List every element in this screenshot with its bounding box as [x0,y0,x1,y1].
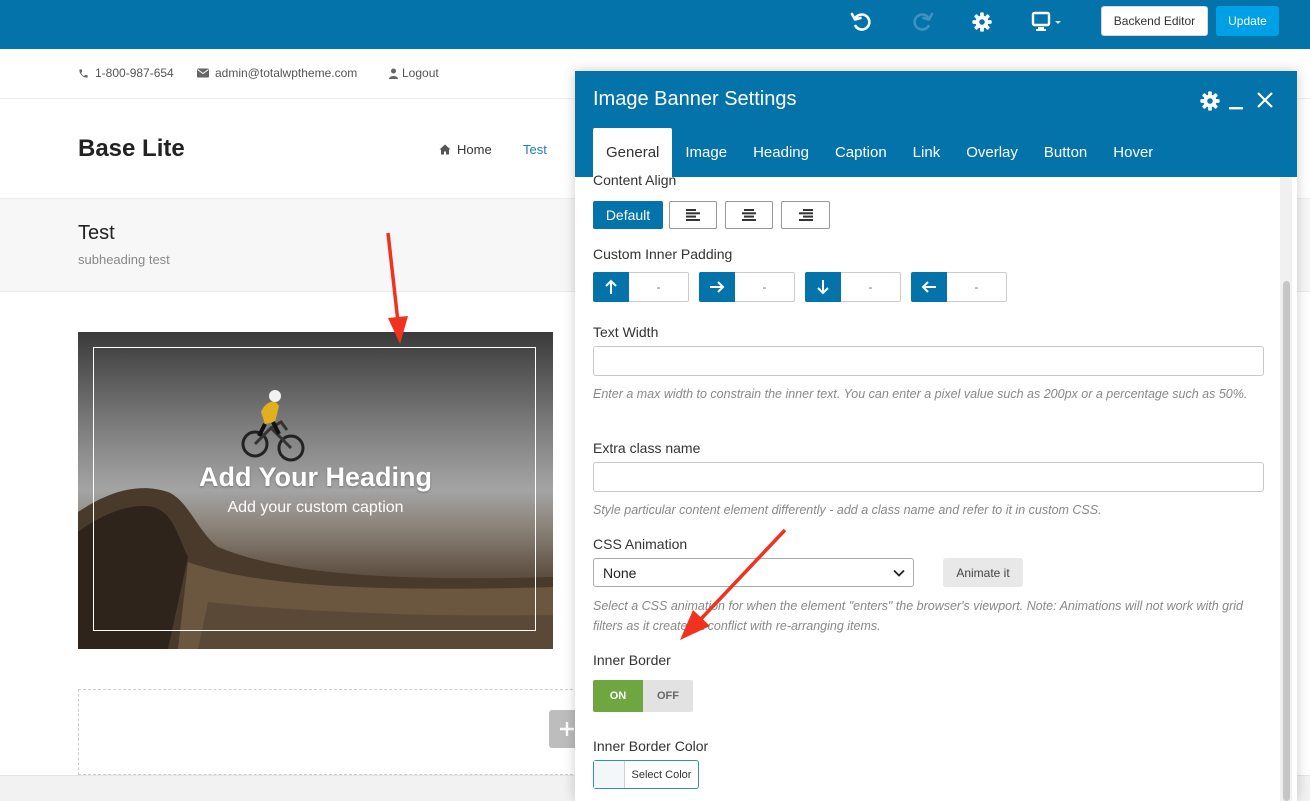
redo-icon[interactable] [909,8,937,36]
editor-toolbar: Backend Editor Update [0,0,1310,49]
inner-border-color-label: Inner Border Color [593,738,709,754]
tab-image[interactable]: Image [672,128,740,177]
align-center-icon [742,209,756,221]
monitor-icon[interactable] [1030,8,1064,36]
arrow-up-icon [593,272,629,302]
nav-item-home[interactable]: Home [439,142,492,157]
padding-bottom-input[interactable]: - [841,272,901,302]
undo-icon[interactable] [847,8,875,36]
text-width-help: Enter a max width to constrain the inner… [593,387,1248,401]
image-banner-settings-panel: Image Banner Settings General Image Head… [575,71,1297,801]
padding-left-group: - [911,272,1007,302]
gear-icon[interactable] [968,8,996,36]
image-banner[interactable]: Add Your Heading Add your custom caption [78,332,553,649]
inner-border-toggle[interactable]: ON OFF [593,680,693,712]
backend-editor-button[interactable]: Backend Editor [1101,6,1208,36]
tab-hover[interactable]: Hover [1100,128,1166,177]
plus-icon [560,722,574,736]
tab-overlay[interactable]: Overlay [953,128,1031,177]
panel-header: Image Banner Settings General Image Head… [575,71,1297,177]
minimize-icon[interactable] [1228,91,1244,111]
chevron-down-icon [893,569,905,577]
css-animation-selected: None [603,564,637,581]
phone-number: 1-800-987-654 [95,66,174,80]
align-right-icon [798,209,813,221]
empty-row-placeholder [78,689,598,775]
align-left-icon [686,209,700,221]
padding-top-group: - [593,272,689,302]
logout-contact[interactable]: Logout [389,66,439,80]
close-icon[interactable] [1256,91,1274,109]
css-animation-select[interactable]: None [593,558,914,587]
arrow-down-icon [805,272,841,302]
inner-border-color-picker[interactable]: Select Color [593,760,699,789]
content-align-label: Content Align [593,172,677,188]
toggle-on-option[interactable]: ON [593,680,643,712]
panel-scrollbar-thumb[interactable] [1283,281,1290,801]
inner-border-label: Inner Border [593,652,671,668]
css-animation-help: Select a CSS animation for when the elem… [593,599,1243,633]
phone-icon [79,68,88,78]
padding-right-input[interactable]: - [735,272,795,302]
nav-item-test[interactable]: Test [523,142,547,157]
email-contact: admin@totalwptheme.com [197,66,357,80]
align-right-button[interactable] [781,201,830,229]
tab-button[interactable]: Button [1031,128,1100,177]
padding-top-input[interactable]: - [629,272,689,302]
panel-tabs: General Image Heading Caption Link Overl… [593,128,1166,177]
home-icon [439,144,451,155]
banner-caption[interactable]: Add your custom caption [78,499,553,517]
nav-home-label: Home [457,142,492,157]
css-animation-label: CSS Animation [593,536,688,552]
color-swatch[interactable] [594,761,625,788]
extra-class-input[interactable] [593,462,1264,492]
select-color-button[interactable]: Select Color [625,761,698,788]
padding-left-input[interactable]: - [947,272,1007,302]
site-logo[interactable]: Base Lite [78,135,185,163]
email-link[interactable]: admin@totalwptheme.com [215,66,357,80]
arrow-right-icon [699,272,735,302]
animate-it-button[interactable]: Animate it [943,558,1023,587]
envelope-icon [197,68,209,78]
padding-right-group: - [699,272,795,302]
extra-class-label: Extra class name [593,440,701,456]
logout-link[interactable]: Logout [402,66,439,80]
phone-contact: 1-800-987-654 [78,66,174,80]
nav-test-label: Test [523,142,547,157]
padding-bottom-group: - [805,272,901,302]
panel-title: Image Banner Settings [593,88,797,110]
panel-gear-icon[interactable] [1199,90,1221,112]
arrow-left-icon [911,272,947,302]
align-default-button[interactable]: Default [593,201,663,229]
tab-caption[interactable]: Caption [822,128,900,177]
inner-padding-label: Custom Inner Padding [593,246,733,262]
toggle-off-option[interactable]: OFF [643,680,693,712]
tab-general[interactable]: General [593,128,673,177]
align-left-button[interactable] [669,201,717,229]
user-icon [389,68,398,79]
text-width-input[interactable] [593,346,1264,376]
page-title: Test [78,222,115,244]
align-center-button[interactable] [725,201,773,229]
banner-heading[interactable]: Add Your Heading [78,462,553,493]
tab-link[interactable]: Link [900,128,954,177]
page-subheading: subheading test [78,252,170,267]
text-width-label: Text Width [593,324,659,340]
update-button[interactable]: Update [1216,6,1279,36]
extra-class-help: Style particular content element differe… [593,503,1102,517]
tab-heading[interactable]: Heading [740,128,822,177]
